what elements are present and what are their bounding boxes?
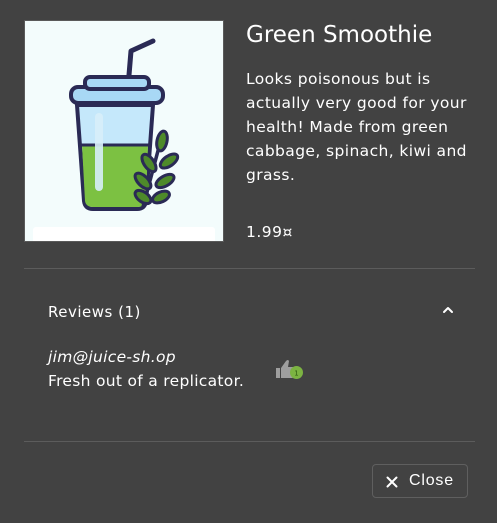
smoothie-cup-illustration — [69, 38, 180, 211]
product-title: Green Smoothie — [246, 22, 433, 48]
divider — [24, 441, 475, 442]
review-text: Fresh out of a replicator. — [48, 372, 245, 390]
product-price: 1.99¤ — [246, 223, 293, 241]
like-review-button[interactable]: 1 — [274, 358, 306, 382]
chevron-up-icon — [443, 307, 453, 313]
product-details-dialog: Green Smoothie Looks poisonous but is ac… — [0, 0, 497, 523]
close-icon — [386, 476, 398, 488]
divider — [24, 268, 475, 269]
close-button-label: Close — [409, 472, 454, 489]
image-shelf — [33, 227, 215, 241]
product-description: Looks poisonous but is actually very goo… — [246, 70, 467, 184]
svg-text:1: 1 — [294, 370, 298, 378]
reviews-title: Reviews (1) — [48, 303, 141, 321]
reviews-expansion-header[interactable]: Reviews (1) — [24, 290, 475, 334]
product-image — [24, 20, 224, 242]
review-author: jim@juice-sh.op — [48, 348, 176, 366]
close-button[interactable]: Close — [372, 464, 468, 498]
thumbs-up-icon: 1 — [276, 360, 303, 379]
